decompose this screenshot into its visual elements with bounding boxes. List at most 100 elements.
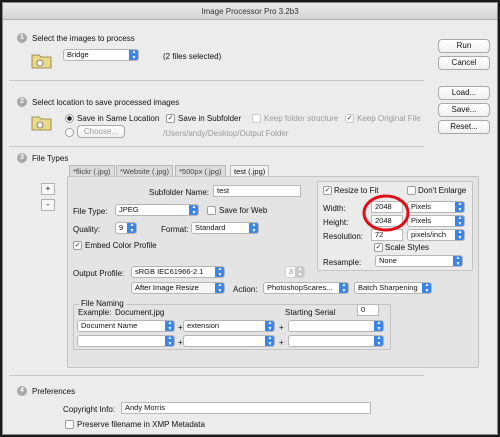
chevron-updown-icon: ▲ ▼ — [249, 223, 258, 233]
section4-title: Preferences — [32, 387, 76, 396]
choose-button[interactable]: Choose... — [77, 125, 125, 138]
chevron-updown-icon: ▲ ▼ — [189, 205, 198, 215]
resample-label: Resample: — [323, 258, 362, 267]
keep-folder-structure-label: Keep folder structure — [264, 114, 339, 123]
folder-icon — [31, 116, 52, 131]
chevron-updown-icon: ▲ ▼ — [215, 267, 224, 277]
chevron-updown-icon: ▲ ▼ — [422, 283, 431, 293]
plus-label: + — [178, 338, 183, 347]
plus-label: + — [279, 323, 284, 332]
highlight-circle — [362, 194, 410, 232]
resolution-unit-value: pixels/inch — [411, 230, 447, 239]
scale-styles-label: Scale Styles — [385, 243, 430, 252]
resolution-unit-select[interactable]: pixels/inch ▲ ▼ — [407, 229, 465, 241]
naming-field-1-value: Document Name — [81, 321, 138, 330]
save-button[interactable]: Save... — [438, 103, 490, 117]
load-button[interactable]: Load... — [438, 86, 490, 100]
image-processor-window: Image Processor Pro 3.2b3 Run Cancel Loa… — [2, 2, 498, 435]
chevron-updown-icon: ▲ ▼ — [265, 321, 274, 331]
cancel-button[interactable]: Cancel — [438, 56, 490, 70]
keep-original-file-label: Keep Original File — [357, 114, 421, 123]
naming-field-5-select[interactable]: ▲ ▼ — [183, 335, 275, 347]
width-unit-value: Pixels — [411, 202, 432, 211]
chevron-updown-icon: ▲ ▼ — [455, 202, 464, 212]
naming-field-6-select[interactable]: ▲ ▼ — [288, 335, 384, 347]
embed-color-profile-label: Embed Color Profile — [85, 241, 157, 250]
height-unit-select[interactable]: Pixels ▲ ▼ — [407, 215, 465, 227]
quality-select[interactable]: 9 ▲ ▼ — [115, 222, 137, 234]
action-timing-select[interactable]: After Image Resize ▲ ▼ — [131, 282, 225, 294]
example-label: Example: — [78, 308, 112, 317]
section2-title: Select location to save processed images — [32, 98, 180, 107]
reset-button[interactable]: Reset... — [438, 120, 490, 134]
action-select[interactable]: Batch Sharpening ▲ ▼ — [354, 282, 432, 294]
section-number-1: 1 — [17, 33, 27, 43]
quality-value: 9 — [119, 223, 124, 232]
remove-filetype-button[interactable]: - — [41, 199, 55, 211]
chevron-updown-icon: ▲ ▼ — [453, 256, 462, 266]
naming-field-2-select[interactable]: extension ▲ ▼ — [183, 320, 275, 332]
preserve-filename-label: Preserve filename in XMP Metadata — [77, 420, 205, 429]
add-filetype-button[interactable]: + — [41, 183, 55, 195]
keep-original-file-checkbox[interactable]: ✓ — [345, 114, 354, 123]
format-value: Standard — [195, 223, 226, 232]
section3-title: File Types — [32, 154, 69, 163]
save-in-subfolder-label: Save in Subfolder — [178, 114, 242, 123]
naming-field-2-value: extension — [187, 321, 220, 330]
chevron-updown-icon: ▲ ▼ — [127, 223, 136, 233]
naming-field-4-select[interactable]: ▲ ▼ — [77, 335, 175, 347]
save-same-location-radio[interactable] — [65, 114, 74, 123]
chevron-updown-icon: ▲ ▼ — [265, 336, 274, 346]
resample-value: None — [379, 256, 397, 265]
naming-field-1-select[interactable]: Document Name ▲ ▼ — [77, 320, 175, 332]
copyright-label: Copyright Info: — [63, 405, 116, 414]
action-set-value: PhotoshopScares... — [267, 283, 333, 292]
output-path: /Users/andy/Desktop/Output Folder — [163, 129, 289, 138]
separator — [9, 146, 424, 147]
naming-field-3-select[interactable]: ▲ ▼ — [288, 320, 384, 332]
separator — [9, 375, 424, 376]
source-select[interactable]: Bridge ▲ ▼ — [63, 49, 139, 61]
files-selected-count: (2 files selected) — [163, 52, 222, 61]
preserve-filename-checkbox[interactable] — [65, 420, 74, 429]
dont-enlarge-label: Don't Enlarge — [418, 186, 467, 195]
format-select[interactable]: Standard ▲ ▼ — [191, 222, 259, 234]
starting-serial-input[interactable]: 0 — [357, 304, 379, 316]
width-unit-select[interactable]: Pixels ▲ ▼ — [407, 201, 465, 213]
scale-styles-checkbox[interactable]: ✓ — [374, 243, 383, 252]
file-type-value: JPEG — [119, 205, 139, 214]
format-label: Format: — [161, 225, 189, 234]
chevron-updown-icon: ▲ ▼ — [215, 283, 224, 293]
embed-color-profile-checkbox[interactable]: ✓ — [73, 241, 82, 250]
action-set-select[interactable]: PhotoshopScares... ▲ ▼ — [263, 282, 349, 294]
bit-depth-value: 8 — [289, 267, 294, 276]
chevron-updown-icon: ▲ ▼ — [165, 321, 174, 331]
output-profile-value: sRGB IEC61966-2.1 — [135, 267, 204, 276]
copyright-input[interactable]: Andy Morris — [121, 402, 371, 414]
resample-select[interactable]: None ▲ ▼ — [375, 255, 463, 267]
output-profile-select[interactable]: sRGB IEC61966-2.1 ▲ ▼ — [131, 266, 225, 278]
chevron-updown-icon: ▲ ▼ — [339, 283, 348, 293]
save-in-subfolder-checkbox[interactable]: ✓ — [166, 114, 175, 123]
separator — [9, 80, 424, 81]
section-number-3: 3 — [17, 153, 27, 163]
bit-depth-select[interactable]: 8 ▲ ▼ — [285, 266, 305, 278]
plus-label: + — [279, 338, 284, 347]
chevron-updown-icon: ▲ ▼ — [165, 336, 174, 346]
section-number-4: 4 — [17, 386, 27, 396]
plus-label: + — [178, 323, 183, 332]
file-type-select[interactable]: JPEG ▲ ▼ — [115, 204, 199, 216]
chevron-updown-icon: ▲ ▼ — [295, 267, 304, 277]
action-value: Batch Sharpening — [358, 283, 418, 292]
section-number-2: 2 — [17, 97, 27, 107]
resize-to-fit-checkbox[interactable]: ✓ — [323, 186, 332, 195]
choose-folder-radio[interactable] — [65, 128, 74, 137]
keep-folder-structure-checkbox[interactable] — [252, 114, 261, 123]
save-for-web-checkbox[interactable] — [207, 206, 216, 215]
chevron-updown-icon: ▲ ▼ — [129, 50, 138, 60]
action-timing-value: After Image Resize — [135, 283, 199, 292]
starting-serial-label: Starting Serial — [285, 308, 336, 317]
chevron-updown-icon: ▲ ▼ — [374, 336, 383, 346]
subfolder-name-input[interactable]: test — [213, 185, 301, 197]
run-button[interactable]: Run — [438, 39, 490, 53]
